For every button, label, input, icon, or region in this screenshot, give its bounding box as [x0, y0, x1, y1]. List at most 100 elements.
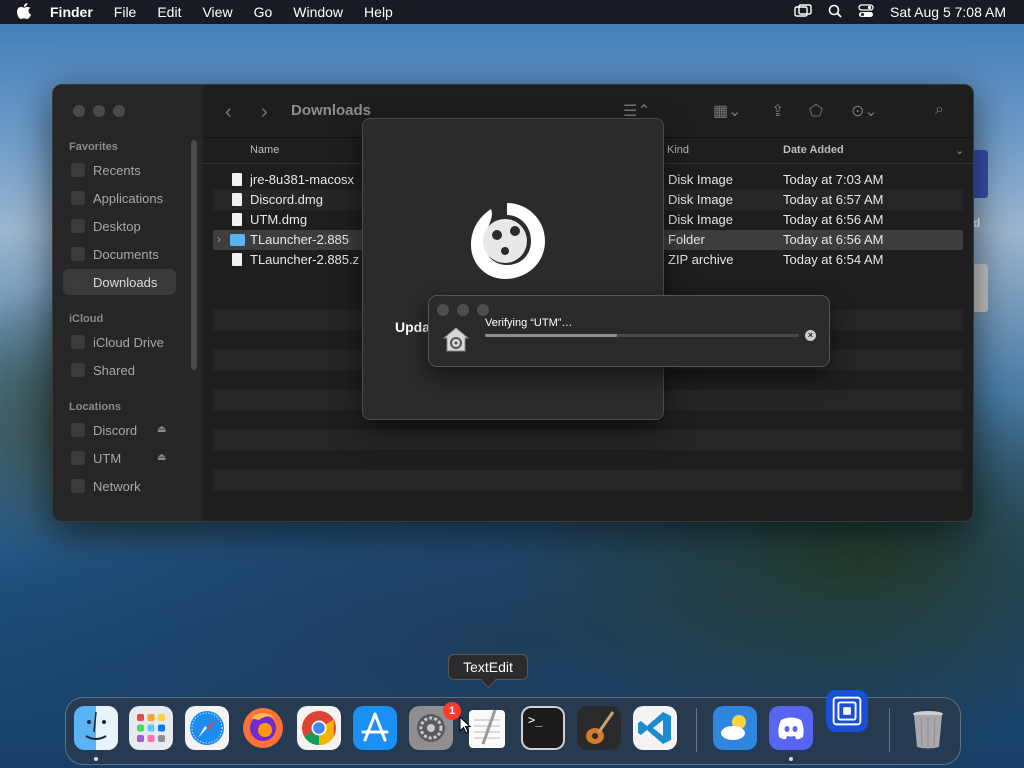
launchpad-icon[interactable]: [129, 706, 173, 750]
vscode-icon[interactable]: [633, 706, 677, 750]
back-chevron-icon[interactable]: ‹: [225, 101, 232, 124]
menu-app-name[interactable]: Finder: [50, 4, 93, 20]
more-actions-icon[interactable]: ⊙⌄: [851, 101, 878, 121]
close-button[interactable]: [437, 304, 449, 316]
discord-icon[interactable]: [769, 706, 813, 750]
chrome-icon[interactable]: [297, 706, 341, 750]
folder-icon: [230, 234, 245, 246]
eject-icon[interactable]: ⏏: [157, 424, 166, 435]
menu-view[interactable]: View: [202, 4, 232, 20]
utm-icon[interactable]: [826, 690, 868, 732]
weather-icon[interactable]: [713, 706, 757, 750]
menu-go[interactable]: Go: [254, 4, 273, 20]
menu-clock[interactable]: Sat Aug 5 7:08 AM: [890, 4, 1006, 20]
empty-row: [213, 430, 963, 450]
sidebar-header-locations: Locations: [69, 401, 121, 413]
zoom-button[interactable]: [477, 304, 489, 316]
file-date: Today at 7:03 AM: [783, 172, 884, 187]
textedit-icon[interactable]: [465, 706, 509, 750]
desktop-disk-icon[interactable]: [972, 150, 988, 198]
minimize-button[interactable]: [93, 105, 105, 117]
disclosure-chevron-icon[interactable]: ›: [217, 232, 221, 246]
file-date: Today at 6:56 AM: [783, 212, 884, 227]
file-date: Today at 6:56 AM: [783, 232, 884, 247]
disk-image-file-icon: [232, 193, 242, 206]
group-icon[interactable]: ▦⌄: [713, 101, 742, 121]
installer-window: Upda: [362, 118, 664, 420]
applications-icon: [71, 191, 85, 205]
garageband-icon[interactable]: [577, 706, 621, 750]
sort-chevron-icon[interactable]: ⌄: [955, 144, 964, 157]
desktop-disk-label: d: [973, 216, 981, 230]
dock: 1 >_: [65, 690, 961, 765]
share-icon[interactable]: ⇪: [771, 101, 784, 121]
download-icon: [71, 275, 85, 289]
zoom-button[interactable]: [113, 105, 125, 117]
verify-progress-fill: [485, 334, 617, 337]
disk-icon: [71, 423, 85, 437]
finder-icon[interactable]: [74, 706, 118, 750]
menu-help[interactable]: Help: [364, 4, 393, 20]
sidebar-header-icloud: iCloud: [69, 313, 104, 325]
forward-chevron-icon[interactable]: ›: [261, 101, 268, 124]
safari-icon[interactable]: [185, 706, 229, 750]
app-store-icon[interactable]: [353, 706, 397, 750]
sidebar-item-label: Applications: [93, 190, 164, 206]
menu-file[interactable]: File: [114, 4, 137, 20]
sidebar-item-label: Discord: [93, 422, 138, 438]
trash-icon[interactable]: [906, 706, 950, 750]
running-indicator: [789, 757, 793, 761]
desktop-drive-icon[interactable]: [972, 264, 988, 312]
sidebar-item-label: Desktop: [93, 218, 141, 234]
menu-window[interactable]: Window: [293, 4, 343, 20]
verify-status-text: Verifying “UTM”…: [485, 317, 573, 329]
utm-logo-icon: [471, 203, 545, 279]
firefox-icon[interactable]: [241, 706, 285, 750]
minimize-button[interactable]: [457, 304, 469, 316]
window-controls: [73, 105, 125, 117]
file-name: UTM.dmg: [250, 212, 308, 227]
mouse-pointer-icon: [459, 716, 471, 734]
sidebar-item-documents[interactable]: Documents: [63, 241, 176, 267]
sidebar-header-favorites: Favorites: [69, 141, 118, 153]
column-kind[interactable]: Kind: [667, 144, 689, 156]
disk-image-file-icon: [232, 173, 242, 186]
disk-image-file-icon: [232, 213, 242, 226]
sidebar-item-icloud-drive[interactable]: iCloud Drive: [63, 329, 176, 355]
sidebar-item-downloads[interactable]: Downloads: [63, 269, 176, 295]
dock-separator: [889, 708, 890, 752]
window-title: Downloads: [291, 102, 372, 119]
sidebar-item-desktop[interactable]: Desktop: [63, 213, 176, 239]
terminal-icon[interactable]: >_: [521, 706, 565, 750]
cancel-verify-button[interactable]: ×: [805, 330, 816, 341]
screen-mirroring-icon[interactable]: [794, 3, 812, 21]
control-center-icon[interactable]: [858, 3, 874, 21]
column-date-added[interactable]: Date Added: [783, 144, 844, 156]
file-date: Today at 6:54 AM: [783, 252, 884, 267]
menu-edit[interactable]: Edit: [157, 4, 181, 20]
finder-sidebar: Favorites Recents Applications Desktop D…: [53, 85, 203, 521]
dock-separator: [696, 708, 697, 752]
cloud-icon: [71, 335, 85, 349]
shared-folder-icon: [71, 363, 85, 377]
apple-menu-icon[interactable]: [16, 3, 34, 21]
file-kind: Disk Image: [668, 212, 734, 227]
desktop-icon: [71, 219, 85, 233]
dock-tooltip: TextEdit: [448, 654, 528, 680]
column-name[interactable]: Name: [250, 144, 279, 156]
file-name: Discord.dmg: [250, 192, 323, 207]
tag-icon[interactable]: ⬠: [809, 101, 823, 121]
sidebar-item-label: Documents: [93, 246, 159, 262]
sidebar-item-shared[interactable]: Shared: [63, 357, 176, 383]
sidebar-item-applications[interactable]: Applications: [63, 185, 176, 211]
search-icon[interactable]: ⌕: [935, 101, 944, 119]
sidebar-item-recents[interactable]: Recents: [63, 157, 176, 183]
menu-bar: Finder File Edit View Go Window Help Sat…: [0, 0, 1024, 24]
spotlight-search-icon[interactable]: [828, 4, 842, 21]
file-name: TLauncher-2.885: [250, 232, 350, 247]
sidebar-item-label: Downloads: [93, 274, 158, 290]
close-button[interactable]: [73, 105, 85, 117]
sidebar-item-network[interactable]: Network: [63, 473, 176, 499]
eject-icon[interactable]: ⏏: [157, 452, 166, 463]
sidebar-scrollbar[interactable]: [191, 140, 197, 370]
